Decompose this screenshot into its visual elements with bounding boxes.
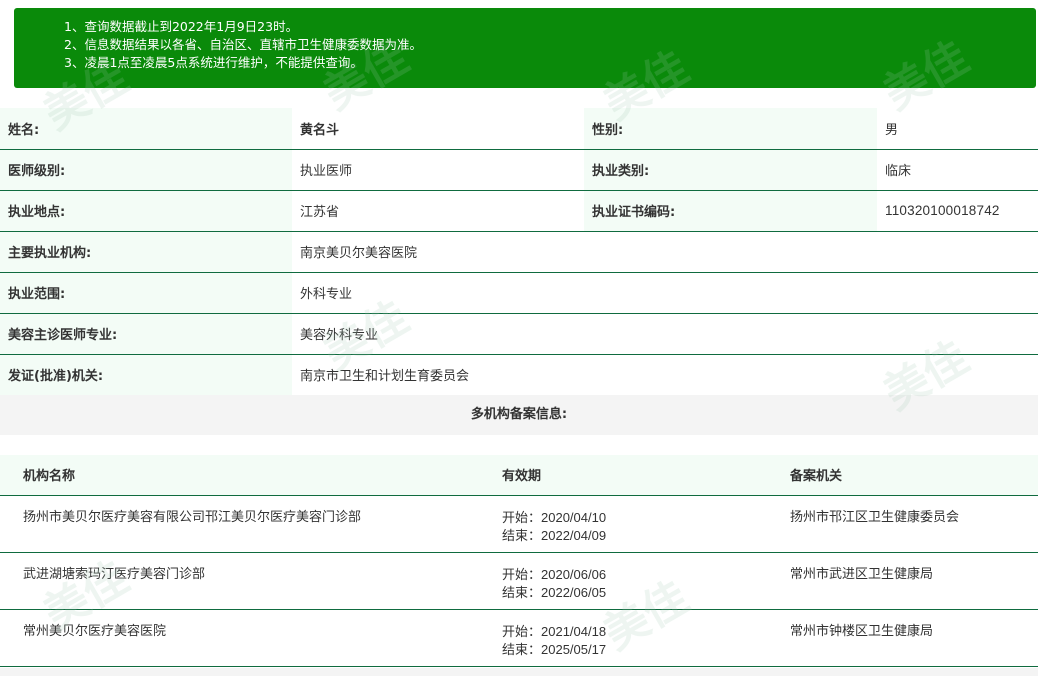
org-label: 主要执业机构:: [0, 231, 292, 273]
validity-start: 开始：2021/04/18: [502, 623, 607, 639]
cert-label: 执业证书编码:: [584, 190, 877, 232]
institution-name: 扬州市美贝尔医疗美容有限公司邗江美贝尔医疗美容门诊部: [0, 495, 497, 553]
record-authority: 常州市钟楼区卫生健康局: [785, 609, 1038, 667]
gender-label: 性别:: [584, 108, 877, 150]
multi-institution-title: 多机构备案信息:: [0, 395, 1038, 435]
cert-value: 110320100018742: [877, 190, 1038, 232]
col-header-authority: 备案机关: [785, 455, 1038, 496]
doctor-info-table: 姓名: 黄名斗 性别: 男 医师级别: 执业医师 执业类别: 临床 执业地点: …: [0, 108, 1038, 396]
info-row-name: 姓名: 黄名斗 性别: 男: [0, 108, 1038, 150]
bottom-strip: [0, 668, 1038, 676]
info-row-issuer: 发证(批准)机关: 南京市卫生和计划生育委员会: [0, 354, 1038, 396]
validity-start: 开始：2020/04/10: [502, 509, 607, 525]
info-row-org: 主要执业机构: 南京美贝尔美容医院: [0, 231, 1038, 273]
record-authority: 常州市武进区卫生健康局: [785, 552, 1038, 610]
gender-value: 男: [877, 108, 1038, 150]
institution-name: 武进湖塘索玛汀医疗美容门诊部: [0, 552, 497, 610]
validity-cell: 开始：2021/04/18 结束：2025/05/17: [497, 609, 785, 667]
validity-end: 结束：2025/05/17: [502, 641, 607, 657]
specialty-label: 美容主诊医师专业:: [0, 313, 292, 355]
scope-label: 执业范围:: [0, 272, 292, 314]
col-header-validity: 有效期: [497, 455, 785, 496]
notice-line-2: 2、信息数据结果以各省、自治区、直辖市卫生健康委数据为准。: [64, 37, 422, 52]
name-label: 姓名:: [0, 108, 292, 150]
validity-end: 结束：2022/06/05: [502, 584, 607, 600]
category-value: 临床: [877, 149, 1038, 191]
institution-name: 常州美贝尔医疗美容医院: [0, 609, 497, 667]
info-row-scope: 执业范围: 外科专业: [0, 272, 1038, 314]
validity-cell: 开始：2020/04/10 结束：2022/04/09: [497, 495, 785, 553]
issuer-value: 南京市卫生和计划生育委员会: [292, 354, 1038, 396]
notice-line-3: 3、凌晨1点至凌晨5点系统进行维护，不能提供查询。: [64, 55, 363, 70]
validity-end: 结束：2022/04/09: [502, 527, 607, 543]
level-label: 医师级别:: [0, 149, 292, 191]
org-value: 南京美贝尔美容医院: [292, 231, 1038, 273]
table-row: 扬州市美贝尔医疗美容有限公司邗江美贝尔医疗美容门诊部 开始：2020/04/10…: [0, 495, 1038, 553]
record-authority: 扬州市邗江区卫生健康委员会: [785, 495, 1038, 553]
scope-value: 外科专业: [292, 272, 1038, 314]
level-value: 执业医师: [292, 149, 584, 191]
info-row-specialty: 美容主诊医师专业: 美容外科专业: [0, 313, 1038, 355]
notice-line-1: 1、查询数据截止到2022年1月9日23时。: [64, 19, 299, 34]
location-label: 执业地点:: [0, 190, 292, 232]
name-value: 黄名斗: [292, 108, 584, 150]
col-header-name: 机构名称: [0, 455, 497, 496]
institution-header-row: 机构名称 有效期 备案机关: [0, 455, 1038, 496]
info-row-level: 医师级别: 执业医师 执业类别: 临床: [0, 149, 1038, 191]
category-label: 执业类别:: [584, 149, 877, 191]
specialty-value: 美容外科专业: [292, 313, 1038, 355]
institution-table: 机构名称 有效期 备案机关 扬州市美贝尔医疗美容有限公司邗江美贝尔医疗美容门诊部…: [0, 455, 1038, 667]
location-value: 江苏省: [292, 190, 584, 232]
validity-start: 开始：2020/06/06: [502, 566, 607, 582]
info-row-location: 执业地点: 江苏省 执业证书编码: 110320100018742: [0, 190, 1038, 232]
table-row: 武进湖塘索玛汀医疗美容门诊部 开始：2020/06/06 结束：2022/06/…: [0, 552, 1038, 610]
validity-cell: 开始：2020/06/06 结束：2022/06/05: [497, 552, 785, 610]
table-row: 常州美贝尔医疗美容医院 开始：2021/04/18 结束：2025/05/17 …: [0, 609, 1038, 667]
issuer-label: 发证(批准)机关:: [0, 354, 292, 396]
notice-banner: 1、查询数据截止到2022年1月9日23时。 2、信息数据结果以各省、自治区、直…: [14, 8, 1036, 88]
